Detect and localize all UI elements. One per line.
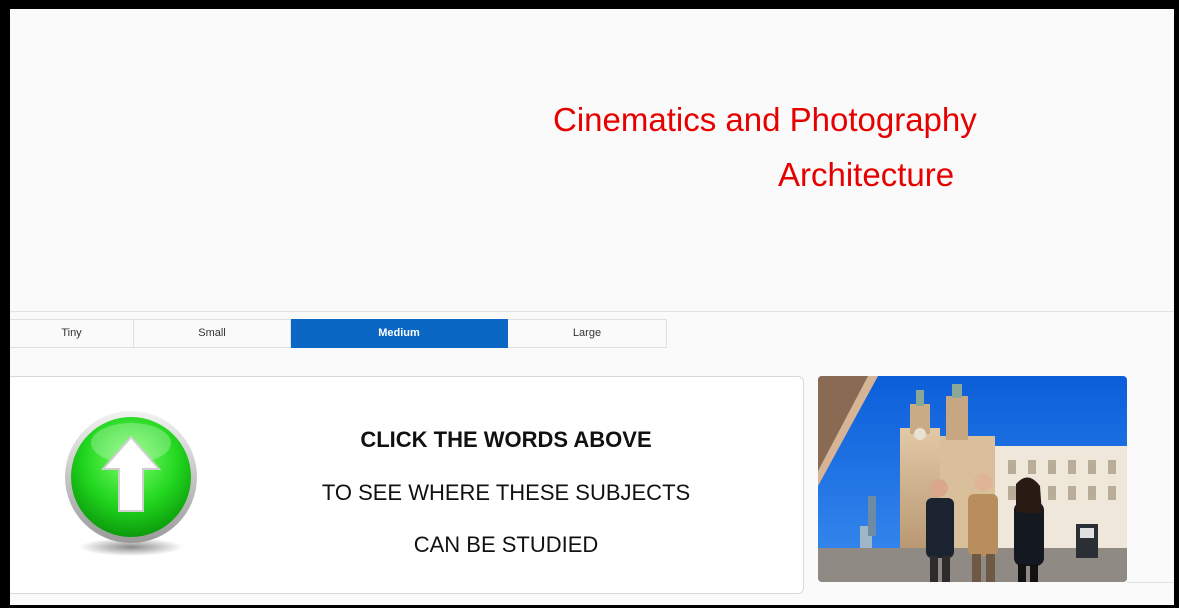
tab-medium[interactable]: Medium xyxy=(291,319,508,348)
up-arrow-icon xyxy=(61,411,201,561)
subject-header: Cinematics and Photography Architecture xyxy=(10,9,1174,312)
subject-link-architecture[interactable]: Architecture xyxy=(778,155,954,195)
campus-photo xyxy=(818,376,1127,582)
subject-link-cinematics[interactable]: Cinematics and Photography xyxy=(553,100,977,140)
app-frame: Cinematics and Photography Architecture … xyxy=(10,9,1174,605)
right-gutter xyxy=(1127,376,1174,583)
size-tab-bar: Tiny Small Medium Large xyxy=(10,319,667,348)
instruction-heading: CLICK THE WORDS ABOVE xyxy=(360,427,652,452)
tab-small[interactable]: Small xyxy=(134,319,291,348)
tab-tiny[interactable]: Tiny xyxy=(10,319,134,348)
instruction-card: CLICK THE WORDS ABOVE TO SEE WHERE THESE… xyxy=(10,376,804,594)
instruction-line-2: TO SEE WHERE THESE SUBJECTS xyxy=(321,480,691,505)
tab-large[interactable]: Large xyxy=(508,319,667,348)
instruction-line-3: CAN BE STUDIED xyxy=(413,532,599,557)
